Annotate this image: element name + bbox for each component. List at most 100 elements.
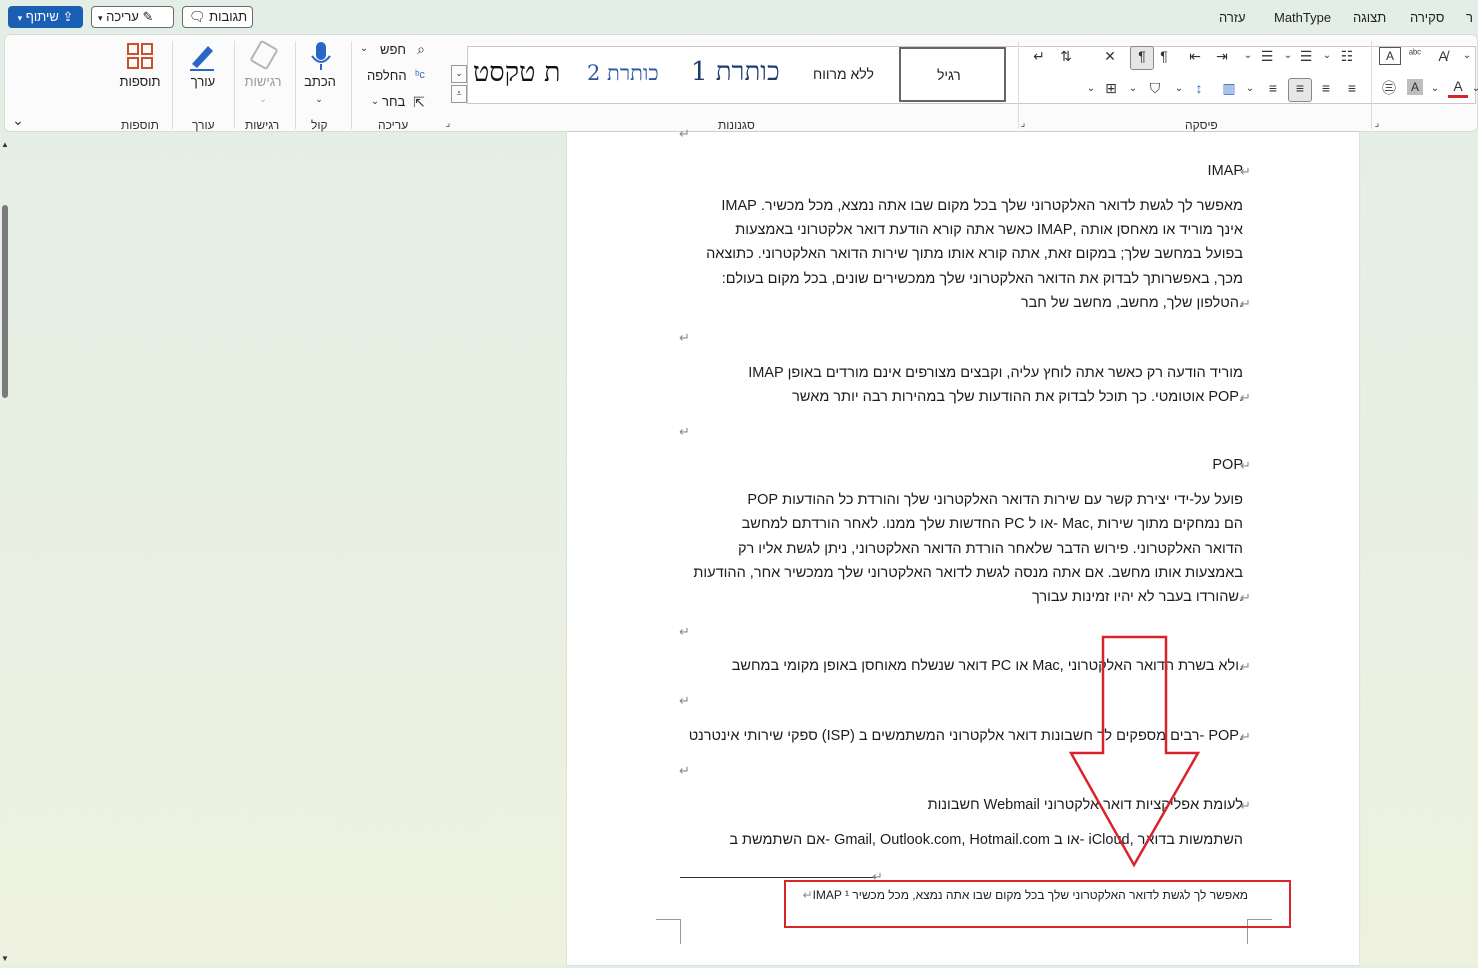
chevron-down-icon[interactable]: ⌄ bbox=[1242, 47, 1254, 65]
chevron-down-icon[interactable]: ⌄ bbox=[1173, 80, 1185, 98]
divider bbox=[172, 41, 173, 129]
borders-icon[interactable]: ⊞ bbox=[1101, 79, 1121, 97]
shading-icon[interactable]: ⛉ bbox=[1145, 79, 1165, 97]
scroll-up-icon[interactable]: ▲ bbox=[0, 136, 10, 154]
addins-button[interactable]: תוספות bbox=[117, 74, 163, 89]
ribbon: ⌄ תוספות תוספות עורך עורך רגישות ⌄ רגישו… bbox=[4, 34, 1478, 132]
align-right-icon[interactable]: ≡ bbox=[1288, 78, 1312, 102]
sensitivity-icon bbox=[248, 40, 280, 70]
chevron-down-icon[interactable]: ⌄ bbox=[1085, 80, 1097, 98]
document-line[interactable]: פועל על-ידי יצירת קשר עם שירות הדואר האל… bbox=[680, 492, 1243, 508]
document-line[interactable]: אינך מוריד או מאחסן אותה ,IMAP כאשר אתה … bbox=[680, 222, 1243, 238]
chevron-down-icon[interactable]: ⌄ bbox=[1282, 47, 1294, 65]
editor-pen-icon bbox=[186, 40, 218, 72]
scroll-down-icon[interactable]: ▼ bbox=[0, 950, 10, 968]
tab-view[interactable]: תצוגה bbox=[1353, 10, 1386, 25]
document-line[interactable]: הדואר האלקטרוני. פירוש הדבר שלאחר הורדת … bbox=[680, 541, 1243, 557]
chevron-down-icon: ⌄ bbox=[259, 94, 267, 104]
paragraph-mark: ↵ bbox=[1240, 164, 1251, 179]
tab-mathtype[interactable]: MathType bbox=[1274, 10, 1331, 25]
phonetic-guide-icon[interactable]: ᵃᵇᶜ bbox=[1405, 45, 1425, 63]
paragraph-mark: ↵ bbox=[679, 330, 690, 345]
text-box-icon[interactable]: A bbox=[1379, 47, 1401, 65]
divider bbox=[234, 41, 235, 129]
line-spacing-icon[interactable]: ↕ bbox=[1189, 79, 1209, 97]
chevron-down-icon[interactable]: ⌄ bbox=[1127, 80, 1139, 98]
sensitivity-button[interactable]: רגישות bbox=[240, 74, 286, 89]
document-line[interactable]: .שהורדו בעבר לא יהיו זמינות עבורך bbox=[680, 589, 1243, 605]
numbering-icon[interactable]: ☰ bbox=[1296, 47, 1316, 65]
replace-button[interactable]: החלפה bbox=[367, 68, 407, 83]
gallery-more-button[interactable]: ⩡ bbox=[451, 85, 467, 103]
style-heading-1[interactable]: כותרת 1 bbox=[691, 57, 780, 87]
editor-button[interactable]: עורך bbox=[183, 74, 223, 89]
style-normal-tile[interactable]: רגיל bbox=[899, 47, 1006, 102]
chevron-down-icon[interactable]: ⌄ bbox=[1471, 80, 1478, 98]
divider bbox=[1018, 41, 1019, 129]
divider bbox=[1371, 41, 1372, 129]
font-color-icon[interactable]: A bbox=[1448, 77, 1468, 98]
gallery-down-button[interactable]: ⌄ bbox=[451, 65, 467, 83]
rtl-direction-icon[interactable]: ↵ bbox=[1030, 47, 1048, 65]
style-no-spacing[interactable]: ללא מרווח bbox=[813, 66, 874, 82]
chevron-down-icon[interactable]: ⌄ bbox=[1321, 47, 1333, 65]
distributed-icon[interactable]: ▥ bbox=[1219, 79, 1239, 97]
style-heading-2[interactable]: כותרת 2 bbox=[587, 61, 659, 86]
text-direction-icon[interactable]: ✕ bbox=[1100, 47, 1120, 65]
tab-help[interactable]: עזרה bbox=[1219, 10, 1246, 25]
share-button[interactable]: ▾ שיתוף ⇪ bbox=[8, 6, 83, 28]
align-center-icon[interactable]: ≡ bbox=[1316, 79, 1336, 97]
paragraph-mark: ↵ bbox=[679, 693, 690, 708]
divider bbox=[295, 41, 296, 129]
enclose-characters-icon[interactable]: ㊂ bbox=[1379, 79, 1399, 97]
document-line[interactable]: באמצעות אותו מחשב. אם אתה מנסה לגשת לדוא… bbox=[680, 565, 1243, 581]
sort-icon[interactable]: ⇅ bbox=[1056, 47, 1076, 65]
scrollbar-thumb[interactable] bbox=[2, 205, 8, 398]
select-button[interactable]: בחר bbox=[382, 94, 405, 109]
footnote-separator bbox=[680, 877, 876, 878]
chevron-down-icon: ⌄ bbox=[315, 94, 323, 104]
document-line[interactable]: .POP אוטומטי. כך תוכל לבדוק את ההודעות ש… bbox=[680, 389, 1243, 405]
document-line[interactable]: IMAP bbox=[680, 163, 1243, 179]
pilcrow-icon[interactable]: ¶ bbox=[1155, 47, 1173, 65]
increase-indent-icon[interactable]: ⇥ bbox=[1212, 47, 1232, 65]
comments-button[interactable]: 🗨 תגובות bbox=[182, 6, 253, 28]
document-line[interactable]: מוריד הודעה רק כאשר אתה לוחץ עליה, וקבצי… bbox=[680, 365, 1243, 381]
paragraph-mark: ↵ bbox=[1240, 296, 1251, 311]
justify-icon[interactable]: ≡ bbox=[1263, 79, 1283, 97]
collapse-ribbon-icon[interactable]: ⌄ bbox=[11, 111, 25, 129]
show-marks-icon[interactable]: ¶ bbox=[1130, 46, 1154, 70]
document-line[interactable]: POP bbox=[680, 457, 1243, 473]
chevron-down-icon: ▾ bbox=[17, 13, 23, 23]
bullets-icon[interactable]: ☷ bbox=[1337, 47, 1357, 65]
paragraph-mark: ↵ bbox=[679, 763, 690, 778]
character-shading-icon[interactable]: A bbox=[1407, 79, 1423, 95]
align-left-icon[interactable]: ≡ bbox=[1342, 79, 1362, 97]
paragraph-mark: ↵ bbox=[1240, 590, 1251, 605]
chevron-down-icon[interactable]: ⌄ bbox=[1244, 80, 1256, 98]
share-label: שיתוף bbox=[25, 9, 59, 24]
document-line[interactable]: בפועל במחשב שלך; במקום זאת, אתה קורא אות… bbox=[680, 246, 1243, 262]
multilevel-list-icon[interactable]: ☰ bbox=[1257, 47, 1277, 65]
clear-formatting-icon[interactable]: A̸ bbox=[1433, 47, 1453, 65]
document-line[interactable]: מכך, באפשרותך לבדוק את הדואר האלקטרוני ש… bbox=[680, 271, 1243, 287]
voice-group-label: קול bbox=[311, 118, 328, 132]
edit-mode-button[interactable]: ▾ עריכה ✎ bbox=[91, 6, 174, 28]
dialog-launcher-icon[interactable]: ⌟ bbox=[1371, 115, 1383, 133]
tab-review[interactable]: סקירה bbox=[1410, 10, 1444, 25]
share-icon: ⇪ bbox=[62, 9, 74, 24]
dictate-button[interactable]: הכתב bbox=[299, 74, 341, 89]
chevron-down-icon[interactable]: ⌄ bbox=[1429, 80, 1441, 98]
replace-icon: ᵇc bbox=[415, 69, 425, 81]
find-button[interactable]: חפש bbox=[380, 42, 406, 57]
document-line[interactable]: הם נמחקים מתוך שירות ,Mac -או ל PC החדשו… bbox=[680, 516, 1243, 532]
tab-cut[interactable]: ר bbox=[1466, 10, 1473, 25]
search-icon: ⌕ bbox=[417, 41, 425, 57]
down-arrow-annotation bbox=[1068, 635, 1201, 868]
document-line[interactable]: .הטלפון שלך, מחשב, מחשב של חבר bbox=[680, 295, 1243, 311]
style-title[interactable]: ת טקסט bbox=[473, 57, 560, 88]
dialog-launcher-icon[interactable]: ⌟ bbox=[442, 115, 454, 133]
document-line[interactable]: מאפשר לך לגשת לדואר האלקטרוני שלך בכל מק… bbox=[680, 198, 1243, 214]
chevron-down-icon[interactable]: ⌄ bbox=[1461, 47, 1473, 65]
decrease-indent-icon[interactable]: ⇤ bbox=[1185, 47, 1205, 65]
